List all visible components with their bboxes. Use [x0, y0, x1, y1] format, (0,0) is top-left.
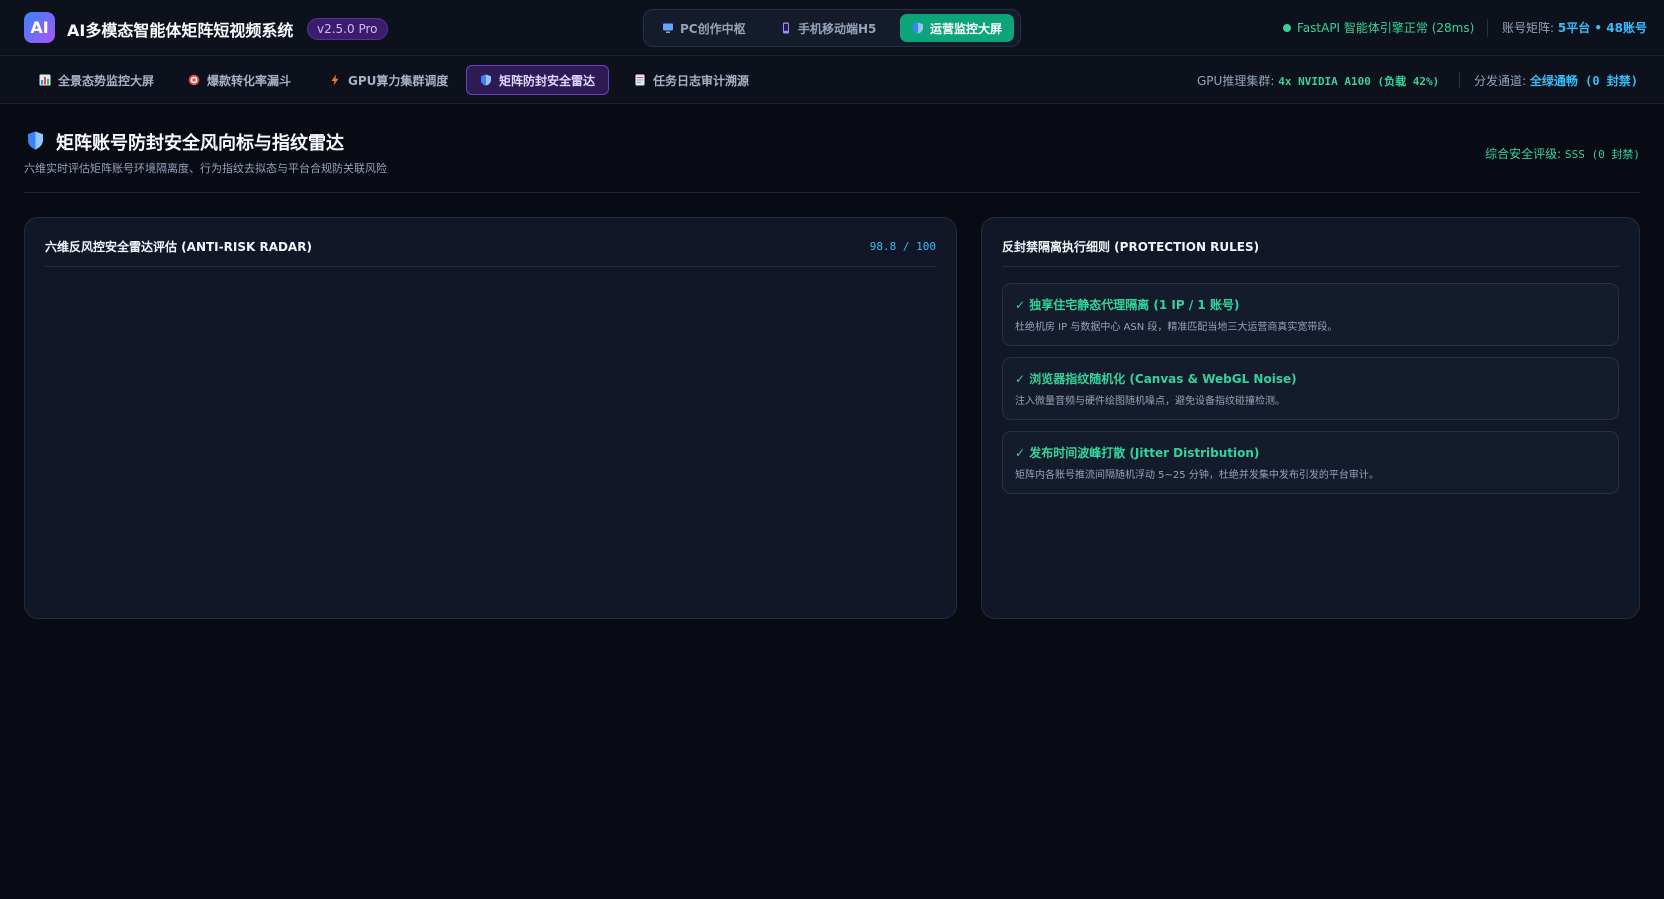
gpu-value: 4x NVIDIA A100 (负载 42%) [1278, 75, 1440, 88]
shield-icon [913, 22, 923, 34]
app-logo: AI [24, 12, 55, 43]
matrix-value: 5平台 • 48账号 [1557, 21, 1647, 35]
rules-panel-title: 反封禁隔离执行细则 (PROTECTION RULES) [1002, 240, 1260, 254]
mode-pc-label: PC创作中枢 [680, 21, 746, 36]
rule-title: ✓ 独享住宅静态代理隔离 (1 IP / 1 账号) [1015, 298, 1240, 312]
rule-card-proxy-isolation: ✓ 独享住宅静态代理隔离 (1 IP / 1 账号) 杜绝机房 IP 与数据中心… [1002, 283, 1619, 346]
rule-description: 注入微量音频与硬件绘图随机噪点，避免设备指纹碰撞检测。 [1015, 396, 1285, 407]
rule-title: ✓ 发布时间波峰打散 (Jitter Distribution) [1015, 446, 1260, 460]
rule-description: 矩阵内各账号推流间隔随机浮动 5~25 分钟，杜绝并发集中发布引发的平台审计。 [1015, 470, 1379, 481]
panel-divider [45, 266, 936, 267]
nav-item-label: 任务日志审计溯源 [653, 73, 750, 88]
nav-item-label: 爆款转化率漏斗 [207, 73, 292, 88]
dispatch-channel-status: 分发通道: 全绿通畅 (0 封禁) [1474, 72, 1638, 89]
version-badge: v2.5.0 Pro [307, 18, 388, 40]
mode-monitor-button[interactable]: 运营监控大屏 [900, 14, 1015, 42]
mode-monitor-label: 运营监控大屏 [930, 21, 1003, 36]
shield-icon [28, 131, 43, 150]
page-subtitle: 六维实时评估矩阵账号环境隔离度、行为指纹去拟态与平台合规防关联风险 [24, 162, 387, 175]
nav-item-label: GPU算力集群调度 [348, 73, 449, 88]
safety-value: SSS (0 封禁) [1565, 148, 1640, 161]
overall-safety-rating: 综合安全评级: SSS (0 封禁) [1485, 145, 1640, 162]
header-divider [1487, 19, 1488, 37]
radar-panel-title: 六维反风控安全雷达评估 (ANTI-RISK RADAR) [45, 240, 312, 254]
radar-chart-area[interactable] [45, 278, 936, 602]
shield-icon [481, 74, 491, 86]
gpu-cluster-status: GPU推理集群: 4x NVIDIA A100 (负载 42%) [1197, 72, 1439, 89]
matrix-label: 账号矩阵: [1502, 21, 1555, 35]
nav-item-label: 矩阵防封安全雷达 [499, 73, 596, 88]
heading-divider [24, 192, 1640, 193]
nav-item-gpu[interactable]: GPU算力集群调度 [316, 65, 461, 95]
dispatch-value: 全绿通畅 (0 封禁) [1529, 74, 1638, 88]
page-title: 矩阵账号防封安全风向标与指纹雷达 [56, 133, 344, 154]
mode-h5-label: 手机移动端H5 [798, 21, 877, 36]
radar-panel: 六维反风控安全雷达评估 (ANTI-RISK RADAR) 98.8 / 100 [24, 217, 957, 619]
monitor-icon [663, 23, 673, 33]
document-icon [635, 74, 645, 86]
mode-switcher: PC创作中枢 手机移动端H5 运营监控大屏 [643, 9, 1021, 47]
nav-divider [1459, 72, 1460, 88]
app-title: AI多模态智能体矩阵短视频系统 [67, 21, 294, 40]
safety-label: 综合安全评级: [1485, 147, 1562, 161]
panel-divider [1002, 266, 1619, 267]
rule-description: 杜绝机房 IP 与数据中心 ASN 段，精准匹配当地三大运营商真实宽带段。 [1015, 322, 1338, 333]
matrix-status: 账号矩阵: 5平台 • 48账号 [1502, 19, 1647, 36]
nav-item-audit-log[interactable]: 任务日志审计溯源 [621, 65, 762, 95]
lightning-icon [331, 74, 339, 86]
mode-pc-button[interactable]: PC创作中枢 [650, 14, 758, 42]
rule-title: ✓ 浏览器指纹随机化 (Canvas & WebGL Noise) [1015, 372, 1297, 386]
protection-rules-panel: 反封禁隔离执行细则 (PROTECTION RULES) ✓ 独享住宅静态代理隔… [981, 217, 1640, 619]
dispatch-label: 分发通道: [1474, 74, 1527, 88]
gpu-label: GPU推理集群: [1197, 74, 1275, 88]
target-icon [188, 74, 200, 86]
bar-chart-icon [39, 74, 51, 86]
radar-score: 98.8 / 100 [869, 240, 936, 253]
nav-item-security-radar[interactable]: 矩阵防封安全雷达 [466, 65, 610, 95]
rule-card-fingerprint-random: ✓ 浏览器指纹随机化 (Canvas & WebGL Noise) 注入微量音频… [1002, 357, 1619, 420]
mode-h5-button[interactable]: 手机移动端H5 [768, 14, 888, 42]
nav-item-overview[interactable]: 全景态势监控大屏 [26, 65, 167, 95]
top-header: AI AI多模态智能体矩阵短视频系统 v2.5.0 Pro PC创作中枢 手机移… [0, 0, 1664, 56]
engine-status-text: FastAPI 智能体引擎正常 (28ms) [1297, 21, 1475, 35]
engine-status: FastAPI 智能体引擎正常 (28ms) [1283, 19, 1474, 36]
rule-card-jitter-distribution: ✓ 发布时间波峰打散 (Jitter Distribution) 矩阵内各账号推… [1002, 431, 1619, 494]
nav-item-label: 全景态势监控大屏 [58, 73, 155, 88]
phone-icon [783, 22, 789, 34]
nav-item-funnel[interactable]: 爆款转化率漏斗 [175, 65, 304, 95]
status-dot-icon [1283, 23, 1291, 32]
